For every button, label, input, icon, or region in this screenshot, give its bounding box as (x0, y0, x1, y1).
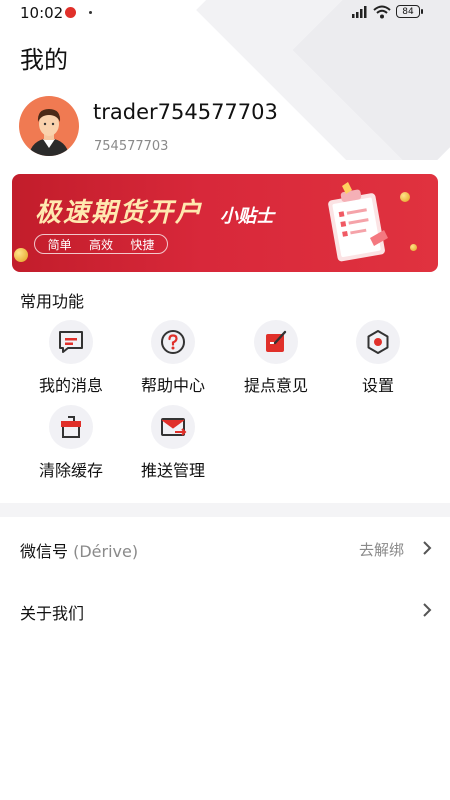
help-center-label: 帮助中心 (140, 376, 205, 395)
chevron-right-icon (423, 541, 432, 555)
settings-icon (356, 320, 400, 364)
settings-label: 设置 (361, 376, 394, 395)
my-messages-button[interactable]: 我的消息 (21, 320, 121, 396)
clear-cache-button[interactable]: 清除缓存 (21, 405, 121, 481)
coin-decoration-icon (14, 248, 28, 262)
banner-subtitle: 小贴士 (220, 206, 274, 227)
battery-indicator: 84 (396, 5, 423, 18)
help-center-button[interactable]: 帮助中心 (123, 320, 223, 396)
help-icon (151, 320, 195, 364)
avatar[interactable] (19, 96, 79, 156)
coin-decoration-icon (410, 244, 417, 251)
username: trader754577703 (93, 100, 278, 124)
my-messages-label: 我的消息 (38, 376, 103, 395)
clear-cache-label: 清除缓存 (38, 461, 103, 480)
clear-cache-icon (49, 405, 93, 449)
about-us-label: 关于我们 (20, 604, 85, 623)
feedback-button[interactable]: 提点意见 (226, 320, 326, 396)
status-time: 10:02 (20, 4, 64, 22)
wechat-label: 微信号 (Dérive) (20, 538, 138, 562)
about-us-row[interactable]: 关于我们 (0, 582, 450, 638)
user-id: 754577703 (94, 139, 169, 154)
common-functions-title: 常用功能 (20, 292, 85, 311)
banner-tag: 高效 (88, 237, 113, 252)
push-mail-icon (151, 405, 195, 449)
section-divider (0, 503, 450, 517)
signal-icon (352, 6, 367, 18)
wechat-binding-row[interactable]: 微信号 (Dérive) 去解绑 (0, 520, 450, 576)
feedback-edit-icon (254, 320, 298, 364)
banner-tag: 简单 (47, 237, 72, 252)
coin-decoration-icon (400, 192, 410, 202)
wifi-icon (373, 5, 391, 19)
clipboard-illustration-icon (328, 182, 388, 262)
wechat-nickname: (Dérive) (73, 542, 139, 561)
push-management-button[interactable]: 推送管理 (123, 405, 223, 481)
settings-button[interactable]: 设置 (328, 320, 428, 396)
chevron-right-icon (423, 603, 432, 617)
more-notifications-dot (89, 11, 92, 14)
wechat-label-text: 微信号 (20, 542, 69, 561)
banner-title: 极速期货开户 (35, 198, 204, 228)
message-icon (49, 320, 93, 364)
banner-tags: 简单 高效 快捷 (34, 234, 168, 254)
page-title: 我的 (20, 46, 68, 74)
status-bar: 10:02 84 (0, 0, 450, 24)
unbind-link[interactable]: 去解绑 (359, 539, 404, 560)
banner-tag: 快捷 (130, 237, 155, 252)
push-management-label: 推送管理 (140, 461, 205, 480)
account-opening-banner[interactable]: 极速期货开户 小贴士 简单 高效 快捷 (12, 174, 438, 272)
app-notification-icon (65, 7, 76, 18)
feedback-label: 提点意见 (243, 376, 308, 395)
avatar-person-icon (29, 109, 69, 156)
